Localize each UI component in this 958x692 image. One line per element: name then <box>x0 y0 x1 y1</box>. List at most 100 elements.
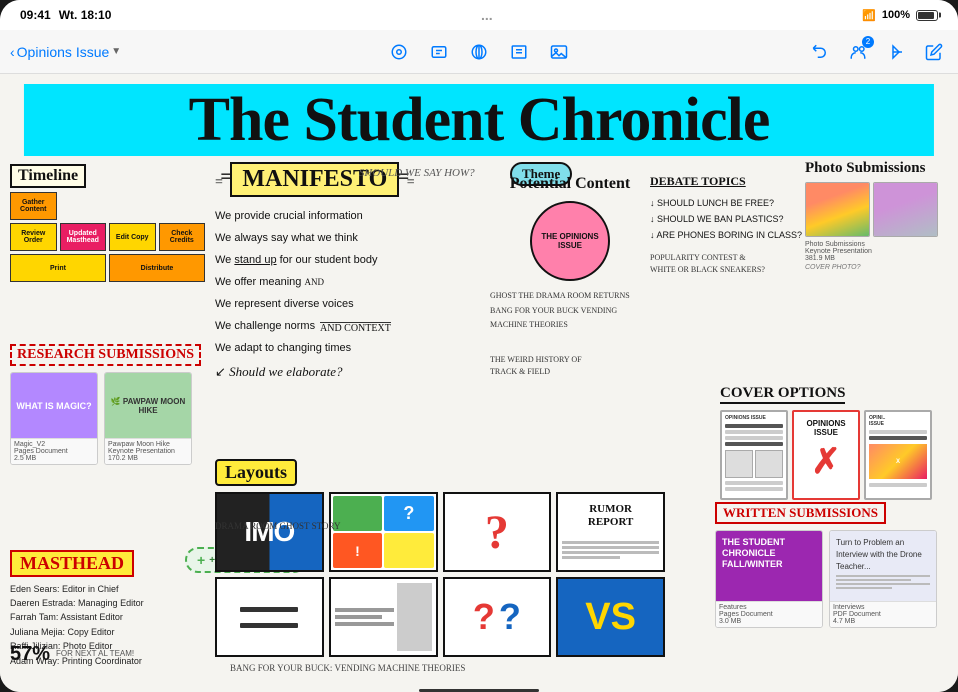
timeline-row3: Print Distribute <box>10 254 205 282</box>
text-tool-button[interactable] <box>425 38 453 66</box>
debate-item-1: ↓ SHOULD LUNCH BE FREE? <box>650 195 805 211</box>
undo-button[interactable] <box>806 38 834 66</box>
collaborators-button[interactable]: 2 <box>844 38 872 66</box>
manifesto-item-1: We provide crucial information <box>215 205 515 227</box>
masthead-label: MASTHEAD <box>10 550 134 577</box>
research-doc-1-info: Magic_V2 Pages Document 2.5 MB <box>11 438 97 464</box>
timeline-edit: Edit Copy <box>109 223 156 251</box>
timeline-empty2 <box>109 192 156 220</box>
shape-tool-button[interactable] <box>465 38 493 66</box>
progress-percent: 57% <box>10 643 50 666</box>
cover-title: COVER OPTIONS <box>720 385 845 404</box>
cover-thumb-1[interactable]: OPINIONS ISSUE <box>720 410 788 500</box>
manifesto-section: = MANIFESTO = SHOULD WE SAY HOW? We prov… <box>215 162 515 380</box>
device-frame: 09:41 Wt. 18:10 ... 📶 100% ‹ Opinions Is… <box>0 0 958 692</box>
share-button[interactable] <box>882 38 910 66</box>
dropdown-icon[interactable]: ▼ <box>111 46 121 57</box>
layout-lines-2[interactable] <box>329 577 438 657</box>
research-doc-1[interactable]: WHAT IS MAGIC? Magic_V2 Pages Document 2… <box>10 372 98 465</box>
photo-thumb-1[interactable] <box>805 182 870 237</box>
battery-percent: 100% <box>882 9 910 21</box>
layout-colorful[interactable]: ? ! <box>329 492 438 572</box>
masthead-member-1: Eden Sears: Editor in Chief <box>10 582 210 596</box>
weird-history-note: THE WEIRD HISTORY OF TRACK & FIELD <box>490 354 610 378</box>
timeline-empty3 <box>159 192 206 220</box>
photo-doc-1-size: 381.9 MB <box>805 255 950 262</box>
content-item-1: GHOST THE DRAMA ROOM RETURNS <box>490 289 650 303</box>
photo-doc-1-name: Photo Submissions <box>805 241 950 248</box>
debate-item-3: ↓ ARE PHONES BORING IN CLASS? <box>650 227 805 243</box>
photo-title: Photo Submissions <box>805 160 950 177</box>
back-button[interactable]: ‹ Opinions Issue ▼ <box>10 44 121 60</box>
chevron-left-icon: ‹ <box>10 44 15 60</box>
timeline-gather: Gather Content <box>10 192 57 220</box>
written-doc-2[interactable]: Turn to Problem an Interview with the Dr… <box>829 530 937 628</box>
text-insert-button[interactable] <box>505 38 533 66</box>
layouts-bottom-note: BANG FOR YOUR BUCK: VENDING MACHINE THEO… <box>230 663 465 673</box>
date-display: Wt. 18:10 <box>59 8 112 22</box>
written-doc-1-cover: THE STUDENT CHRONICLE FALL/WINTER <box>716 531 822 601</box>
and-context-label: AND CONTEXT <box>320 322 391 334</box>
debate-title: DEBATE TOPICS <box>650 174 805 189</box>
written-doc-2-cover: Turn to Problem an Interview with the Dr… <box>830 531 936 601</box>
masthead-member-3: Farrah Tam: Assistant Editor <box>10 610 210 624</box>
progress-section: 57% FOR NEXT AL TEAM! <box>10 643 134 666</box>
should-we-note: SHOULD WE SAY HOW? <box>359 167 475 179</box>
pen-tool-button[interactable] <box>385 38 413 66</box>
layout-rumor-report[interactable]: RUMORREPORT <box>556 492 665 572</box>
layouts-section: Layouts IMO ? ! <box>215 459 665 657</box>
timeline-check: Check Credits <box>159 223 206 251</box>
research-label: RESEARCH SUBMISSIONS <box>10 344 201 366</box>
layout-lines-1[interactable] <box>215 577 324 657</box>
dots-indicator: ... <box>481 7 493 23</box>
timeline-section: Timeline Gather Content Review Order Upd… <box>10 164 205 282</box>
manifesto-item-4: We offer meaning AND <box>215 271 515 293</box>
timeline-grid: Gather Content <box>10 192 205 220</box>
cover-photo-note: COVER PHOTO? <box>805 264 950 271</box>
back-label: Opinions Issue <box>17 44 110 60</box>
research-doc-2-info: Pawpaw Moon Hike Keynote Presentation 17… <box>105 438 191 464</box>
layout-vs[interactable]: VS <box>556 577 665 657</box>
research-doc-1-cover: WHAT IS MAGIC? <box>11 373 97 438</box>
drama-room-note: DRAMA ROOM GHOST STORY <box>215 520 340 534</box>
written-doc-1[interactable]: THE STUDENT CHRONICLE FALL/WINTER Featur… <box>715 530 823 628</box>
debate-item-2: ↓ SHOULD WE BAN PLASTICS? <box>650 211 805 227</box>
layout-question[interactable]: ? <box>443 492 552 572</box>
layouts-title: Layouts <box>215 459 297 486</box>
elaborate-note: ↙ Should we elaborate? <box>215 364 515 380</box>
debate-items: ↓ SHOULD LUNCH BE FREE? ↓ SHOULD WE BAN … <box>650 195 805 244</box>
wifi-icon: 📶 <box>862 9 876 22</box>
photo-thumbs <box>805 182 950 237</box>
photo-thumb-2[interactable] <box>873 182 938 237</box>
potential-title: Potential Content <box>490 174 650 193</box>
written-title: WRITTEN SUBMISSIONS <box>715 502 886 524</box>
timeline-updated: Updated Masthead <box>60 223 107 251</box>
timeline-distribute: Distribute <box>109 254 205 282</box>
written-doc-1-info: Features Pages Document 3.0 MB <box>716 601 822 627</box>
battery-icon <box>916 10 938 21</box>
cover-thumb-2[interactable]: OPINIONSISSUE ✗ <box>792 410 860 500</box>
status-bar: 09:41 Wt. 18:10 ... 📶 100% <box>0 0 958 30</box>
edit-button[interactable] <box>920 38 948 66</box>
photo-section: Photo Submissions Photo Submissions Keyn… <box>805 160 950 271</box>
timeline-label: Timeline <box>10 164 86 188</box>
research-doc-2[interactable]: 🌿 PAWPAW MOON HIKE Pawpaw Moon Hike Keyn… <box>104 372 192 465</box>
whiteboard: The Student Chronicle Timeline Gather Co… <box>0 74 958 688</box>
written-doc-2-info: Interviews PDF Document 4.7 MB <box>830 601 936 627</box>
popularity-note: POPULARITY CONTEST & <box>650 252 805 264</box>
cover-thumb-3[interactable]: OPINI..ISSUE X <box>864 410 932 500</box>
time-display: 09:41 <box>20 8 51 22</box>
content-item-2: BANG FOR YOUR BUCK VENDING MACHINE THEOR… <box>490 304 650 333</box>
research-doc-2-cover: 🌿 PAWPAW MOON HIKE <box>105 373 191 438</box>
photo-doc-info: Photo Submissions Keynote Presentation 3… <box>805 241 950 271</box>
written-section: WRITTEN SUBMISSIONS THE STUDENT CHRONICL… <box>715 502 950 628</box>
manifesto-item-3: We stand up for our student body <box>215 249 515 271</box>
potential-section: Potential Content THE OPINIONS ISSUE GHO… <box>490 174 650 332</box>
progress-label: FOR NEXT AL TEAM! <box>56 649 134 659</box>
image-tool-button[interactable] <box>545 38 573 66</box>
masthead-member-2: Daeren Estrada: Managing Editor <box>10 596 210 610</box>
opinions-bubble: THE OPINIONS ISSUE <box>530 201 610 281</box>
canvas-area[interactable]: The Student Chronicle Timeline Gather Co… <box>0 74 958 688</box>
layout-double-question[interactable]: ? ? <box>443 577 552 657</box>
home-indicator-area <box>0 688 958 692</box>
